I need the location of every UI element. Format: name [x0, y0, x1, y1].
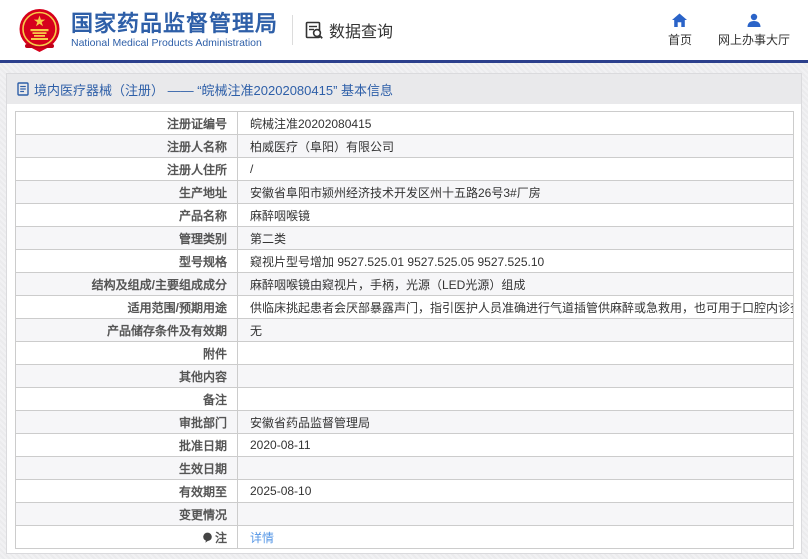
page-title-bar: 境内医疗器械（注册） —— “皖械注准20202080415” 基本信息: [7, 74, 801, 104]
home-icon: [671, 13, 688, 28]
table-row: 注册人名称柏威医疗（阜阳）有限公司: [16, 135, 794, 158]
row-value: [238, 388, 794, 411]
row-value: 无: [238, 319, 794, 342]
info-table-body: 注册证编号皖械注准20202080415注册人名称柏威医疗（阜阳）有限公司注册人…: [16, 112, 794, 549]
document-icon: [17, 82, 29, 96]
row-label: 适用范围/预期用途: [16, 296, 238, 319]
row-value: /: [238, 158, 794, 181]
header-nav: 首页 网上办事大厅: [668, 13, 790, 48]
row-label: 备注: [16, 388, 238, 411]
row-label: 其他内容: [16, 365, 238, 388]
row-value: [238, 365, 794, 388]
row-value: 麻醉咽喉镜由窥视片，手柄，光源（LED光源）组成: [238, 273, 794, 296]
row-label: 变更情况: [16, 503, 238, 526]
table-row: 备注: [16, 388, 794, 411]
table-row: 注册证编号皖械注准20202080415: [16, 112, 794, 135]
row-value: 2025-08-10: [238, 480, 794, 503]
table-row: 结构及组成/主要组成成分麻醉咽喉镜由窥视片，手柄，光源（LED光源）组成: [16, 273, 794, 296]
doc-search-icon: [305, 21, 324, 40]
org-name-block: 国家药品监督管理局 National Medical Products Admi…: [71, 11, 278, 50]
row-label: 注册人名称: [16, 135, 238, 158]
table-row: 产品储存条件及有效期无: [16, 319, 794, 342]
row-label: 管理类别: [16, 227, 238, 250]
row-value: 详情: [238, 526, 794, 549]
details-link[interactable]: 详情: [250, 531, 274, 545]
table-row: 审批部门安徽省药品监督管理局: [16, 411, 794, 434]
table-row: 适用范围/预期用途供临床挑起患者会厌部暴露声门，指引医护人员准确进行气道插管供麻…: [16, 296, 794, 319]
table-row: 生产地址安徽省阜阳市颍州经济技术开发区州十五路26号3#厂房: [16, 181, 794, 204]
table-row: 注册人住所/: [16, 158, 794, 181]
table-row: 批准日期2020-08-11: [16, 434, 794, 457]
registration-info-table: 注册证编号皖械注准20202080415注册人名称柏威医疗（阜阳）有限公司注册人…: [15, 111, 794, 549]
emblem-icon: [16, 7, 63, 54]
page-title: 境内医疗器械（注册） —— “皖械注准20202080415” 基本信息: [34, 80, 393, 99]
table-row: 型号规格窥视片型号增加 9527.525.01 9527.525.05 9527…: [16, 250, 794, 273]
row-value: 麻醉咽喉镜: [238, 204, 794, 227]
row-label: 注册人住所: [16, 158, 238, 181]
table-row: 管理类别第二类: [16, 227, 794, 250]
org-name-cn: 国家药品监督管理局: [71, 11, 278, 37]
row-label: 产品名称: [16, 204, 238, 227]
table-row: 其他内容: [16, 365, 794, 388]
data-query-label: 数据查询: [329, 18, 393, 42]
row-value: 安徽省药品监督管理局: [238, 411, 794, 434]
person-icon: [746, 13, 762, 28]
row-label: 结构及组成/主要组成成分: [16, 273, 238, 296]
row-value: [238, 503, 794, 526]
row-label: 生效日期: [16, 457, 238, 480]
row-value: 第二类: [238, 227, 794, 250]
nav-service-hall[interactable]: 网上办事大厅: [718, 13, 790, 48]
row-label: 注: [16, 526, 238, 549]
nav-service-hall-label: 网上办事大厅: [718, 31, 790, 48]
row-label: 生产地址: [16, 181, 238, 204]
row-label: 型号规格: [16, 250, 238, 273]
content-panel: 境内医疗器械（注册） —— “皖械注准20202080415” 基本信息 注册证…: [6, 73, 802, 554]
table-row: 生效日期: [16, 457, 794, 480]
table-row: 有效期至2025-08-10: [16, 480, 794, 503]
org-name-en: National Medical Products Administration: [71, 37, 278, 50]
table-row: 变更情况: [16, 503, 794, 526]
row-label: 注册证编号: [16, 112, 238, 135]
site-header: 国家药品监督管理局 National Medical Products Admi…: [0, 0, 808, 63]
row-label: 有效期至: [16, 480, 238, 503]
row-value: 窥视片型号增加 9527.525.01 9527.525.05 9527.525…: [238, 250, 794, 273]
row-value: 2020-08-11: [238, 434, 794, 457]
table-row: 产品名称麻醉咽喉镜: [16, 204, 794, 227]
table-row: 附件: [16, 342, 794, 365]
table-row: 注详情: [16, 526, 794, 549]
nav-home-label: 首页: [668, 31, 692, 48]
row-value: [238, 457, 794, 480]
row-value: [238, 342, 794, 365]
header-divider: [292, 15, 293, 45]
row-value: 柏威医疗（阜阳）有限公司: [238, 135, 794, 158]
row-label: 产品储存条件及有效期: [16, 319, 238, 342]
national-emblem-logo[interactable]: [16, 7, 63, 54]
row-label: 附件: [16, 342, 238, 365]
row-value: 安徽省阜阳市颍州经济技术开发区州十五路26号3#厂房: [238, 181, 794, 204]
nav-home[interactable]: 首页: [668, 13, 692, 48]
row-label: 批准日期: [16, 434, 238, 457]
row-label: 审批部门: [16, 411, 238, 434]
data-query-tab[interactable]: 数据查询: [305, 18, 393, 42]
row-value: 皖械注准20202080415: [238, 112, 794, 135]
row-value: 供临床挑起患者会厌部暴露声门，指引医护人员准确进行气道插管供麻醉或急救用，也可用…: [238, 296, 794, 319]
note-bubble-icon: [202, 532, 213, 543]
